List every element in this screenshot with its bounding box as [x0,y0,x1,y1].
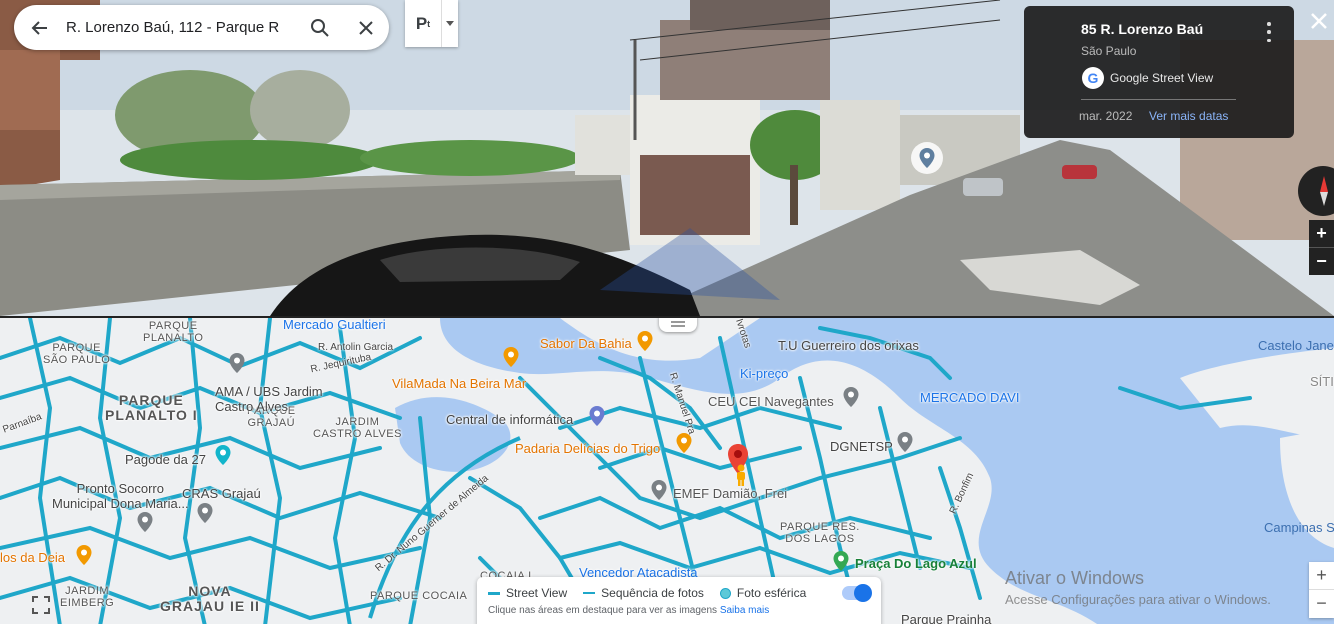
poi-label[interactable]: SÍTI [1310,374,1334,389]
legend-item-street-view: Street View [488,586,567,600]
street-view-panorama[interactable]: R. Lorenzo Baú, 112 - Parque R Pt 85 R. … [0,0,1334,316]
search-box[interactable]: R. Lorenzo Baú, 112 - Parque R [14,5,389,50]
poi-label[interactable]: VilaMada Na Beira Mar [392,376,526,391]
search-icon[interactable] [297,5,343,50]
city-label: São Paulo [1081,44,1137,58]
legend-label: Street View [506,586,568,600]
close-street-view-icon[interactable] [1308,10,1330,32]
district-label: PARQUE SÃO PAULO [43,342,111,366]
map-zoom[interactable]: + − [1309,562,1334,618]
poi-label[interactable]: Praça Do Lago Azul [855,556,977,571]
district-label: JARDIM CASTRO ALVES [313,416,402,440]
poi-label[interactable]: Parque Prainha [901,612,991,624]
fullscreen-icon[interactable] [30,594,52,616]
legend-item-photo-sequence: Sequência de fotos [583,586,704,600]
zoom-in-button[interactable]: + [1309,220,1334,247]
coverage-toggle[interactable] [842,584,872,602]
legend-hint: Clique nas áreas em destaque para ver as… [488,605,769,616]
district-label: JARDIM EIMBERG [60,585,115,609]
school-pin-icon[interactable] [650,479,668,501]
learn-more-link[interactable]: Saiba mais [720,605,769,616]
legend-label: Sequência de fotos [601,586,704,600]
poi-label[interactable]: EMEF Damião, Frei [673,486,787,501]
location-pin-icon[interactable] [842,386,860,408]
more-dates-link[interactable]: Ver mais datas [1149,109,1228,123]
street-label: R. Antolin Garcia [318,342,394,353]
map-zoom-out-button[interactable]: − [1309,590,1334,617]
coverage-legend: Street View Sequência de fotos Foto esfé… [477,577,881,624]
watermark-title: Ativar o Windows [1005,568,1145,588]
search-input[interactable]: R. Lorenzo Baú, 112 - Parque R [66,19,297,36]
location-pin-icon[interactable] [136,511,154,533]
poi-label[interactable]: Castelo Jane [1258,338,1334,353]
restaurant-pin-icon[interactable] [675,432,693,454]
district-label: PARQUE RES. DOS LAGOS [780,521,860,545]
pegman-icon[interactable] [735,464,747,486]
chevron-down-icon[interactable] [441,0,458,47]
legend-hint-text: Clique nas áreas em destaque para ver as… [488,605,718,616]
poi-label[interactable]: Pronto Socorro Municipal Dona Maria... [52,481,189,511]
poi-label[interactable]: Padaria Delícias do Trigo [515,441,660,456]
coverage-map[interactable]: PARQUE PLANALTO PARQUE SÃO PAULO PARQUE GRA… [0,316,1334,624]
pane-resize-handle[interactable] [659,318,697,332]
legend-label: Foto esférica [736,586,807,600]
poi-label[interactable]: CEU CEI Navegantes [708,394,834,409]
more-vert-icon[interactable] [1262,22,1276,42]
windows-activation-watermark: Ativar o Windows Acesse Configurações pa… [1005,568,1271,607]
legend-item-spherical-photo: Foto esférica [719,586,807,600]
district-label: PARQUE COCAIA [370,590,468,602]
location-pin-icon[interactable] [228,352,246,374]
poi-label[interactable]: MERCADO DAVI [920,390,1019,405]
poi-label[interactable]: T.U Guerreiro dos orixas [778,338,919,353]
street-view-zoom[interactable]: + − [1309,220,1334,275]
district-label: PARQUE PLANALTO [143,320,204,344]
restaurant-pin-icon[interactable] [75,544,93,566]
neighborhood-label: NOVA GRAJAU IE II [160,583,260,614]
watermark-subtitle: Acesse Configurações para ativar o Windo… [1005,592,1271,607]
shop-pin-icon[interactable] [588,405,606,427]
poi-label[interactable]: Pagode da 27 [125,452,206,467]
pegman-label: P [415,13,428,33]
location-pin-icon[interactable] [911,142,943,174]
google-logo-icon: G [1082,67,1104,89]
card-divider [1081,99,1236,100]
compass-icon[interactable] [1298,166,1334,216]
capture-date: mar. 2022 [1079,109,1133,123]
zoom-out-button[interactable]: − [1309,248,1334,275]
poi-label[interactable]: los da Deia [0,550,65,565]
pegman-icon[interactable]: Pt [405,0,441,47]
poi-label[interactable]: Sabor Da Bahia [540,336,632,351]
neighborhood-label: PARQUE PLANALTO I [105,392,198,423]
street-view-info-card: 85 R. Lorenzo Baú São Paulo G Google Str… [1024,6,1294,138]
poi-label[interactable]: CRAS Grajaú [182,486,261,501]
location-pin-icon[interactable] [896,431,914,453]
arrow-back-icon[interactable] [14,5,66,50]
map-zoom-in-button[interactable]: + [1309,562,1334,589]
provider-label: Google Street View [1110,71,1214,85]
poi-label[interactable]: AMA / UBS Jardim Castro Alves [215,384,323,414]
poi-label[interactable]: Mercado Gualtieri [283,318,386,332]
park-pin-icon[interactable] [832,550,850,572]
music-pin-icon[interactable] [214,444,232,466]
restaurant-pin-icon[interactable] [636,330,654,352]
location-pin-icon[interactable] [196,502,214,524]
poi-label[interactable]: Central de informática [446,412,573,427]
poi-label[interactable]: DGNETSP [830,439,893,454]
close-icon[interactable] [343,5,389,50]
pegman-button[interactable]: Pt [405,0,458,47]
poi-label[interactable]: Campinas S [1264,520,1334,535]
poi-label[interactable]: Ki-preço [740,366,788,381]
restaurant-pin-icon[interactable] [502,346,520,368]
address-title: 85 R. Lorenzo Baú [1081,21,1204,37]
